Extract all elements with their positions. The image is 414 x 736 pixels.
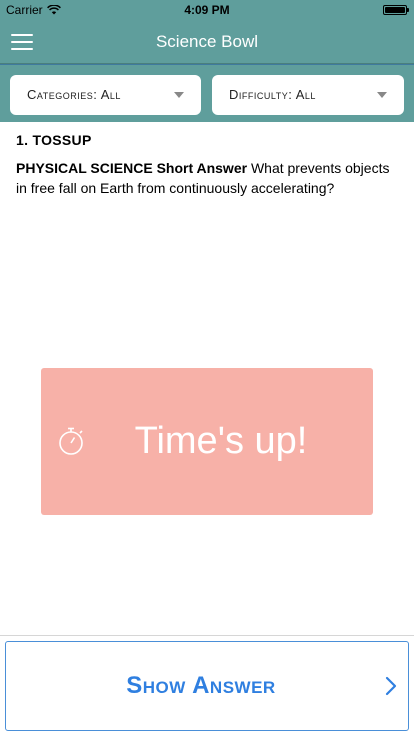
show-answer-label: Show Answer <box>126 672 276 699</box>
caret-down-icon <box>377 92 387 98</box>
divider <box>0 635 414 636</box>
categories-dropdown[interactable]: Categories: All <box>10 75 201 115</box>
navigation-bar: Science Bowl <box>0 20 414 64</box>
difficulty-dropdown-label: Difficulty: All <box>229 87 316 102</box>
stopwatch-icon <box>59 427 83 455</box>
question-answer-type: Short Answer <box>156 160 248 176</box>
app-title: Science Bowl <box>155 32 259 51</box>
categories-dropdown-label: Categories: All <box>27 87 121 102</box>
show-answer-button[interactable]: Show Answer <box>5 641 409 731</box>
clock: 4:09 PM <box>184 3 230 17</box>
question-panel: 1. TOSSUP PHYSICAL SCIENCE Short Answer … <box>16 132 400 198</box>
difficulty-dropdown[interactable]: Difficulty: All <box>212 75 404 115</box>
question-number: 1. TOSSUP <box>16 132 92 148</box>
chevron-right-icon <box>385 676 397 696</box>
filter-bar: Categories: All Difficulty: All <box>0 64 414 122</box>
timer-banner[interactable]: Time's up! <box>41 368 373 515</box>
battery-icon <box>383 5 409 15</box>
timer-message: Time's up! <box>134 420 308 462</box>
question-category: PHYSICAL SCIENCE <box>16 160 153 176</box>
question-body: PHYSICAL SCIENCE Short Answer What preve… <box>16 158 400 198</box>
status-bar: Carrier 4:09 PM <box>0 0 414 20</box>
caret-down-icon <box>174 92 184 98</box>
